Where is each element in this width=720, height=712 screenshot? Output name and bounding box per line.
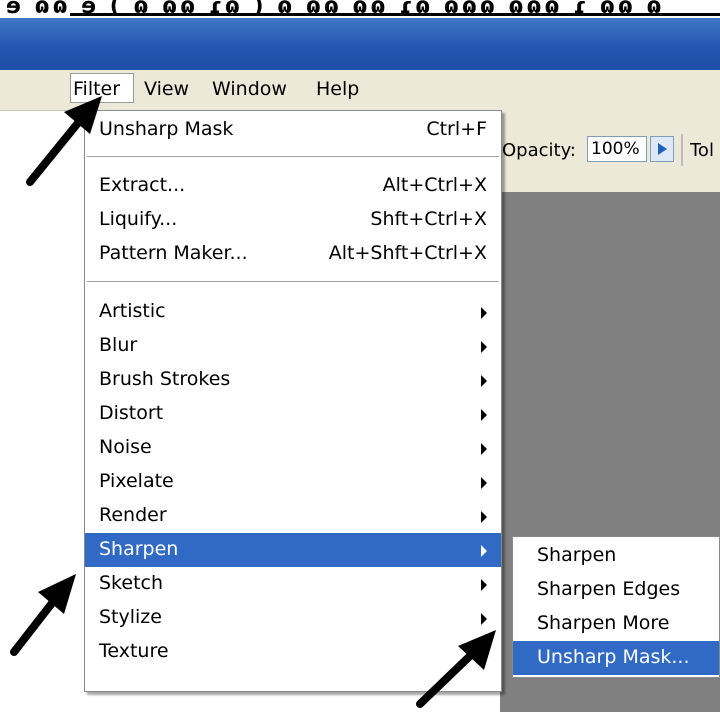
menu-item-distort[interactable]: Distort: [85, 397, 501, 431]
menu-item-label: Pixelate: [99, 470, 174, 492]
menu-item-label: Distort: [99, 402, 164, 424]
menu-window[interactable]: Window: [212, 78, 287, 100]
pointer-arrow-icon: [26, 96, 102, 186]
submenu-item-label: Unsharp Mask...: [537, 646, 690, 668]
submenu-arrow-icon: [481, 307, 487, 319]
tolerance-label: Tol: [690, 140, 714, 161]
opacity-value: 100%: [591, 139, 640, 159]
submenu-item-unsharp-mask[interactable]: Unsharp Mask...: [513, 641, 719, 675]
menu-item-label: Sharpen: [99, 538, 179, 560]
top-strip-underline: [70, 13, 720, 16]
menu-item-label: Blur: [99, 334, 138, 356]
submenu-arrow-icon: [481, 341, 487, 353]
menu-item-label: Sketch: [99, 572, 164, 594]
window-title-bar: [0, 18, 720, 70]
menu-item-label: Render: [99, 504, 167, 526]
menu-item-label: Noise: [99, 436, 152, 458]
menu-item-label: Liquify...: [99, 208, 178, 230]
menu-item-shortcut: Alt+Shft+Ctrl+X: [328, 242, 487, 264]
menu-item-sketch[interactable]: Sketch: [85, 567, 501, 601]
menu-help[interactable]: Help: [316, 78, 359, 100]
submenu-item-label: Sharpen More: [537, 612, 670, 634]
menu-item-extract[interactable]: Extract... Alt+Ctrl+X: [85, 169, 501, 203]
pointer-arrow-icon: [10, 574, 76, 656]
submenu-arrow-icon: [481, 375, 487, 387]
menu-item-shortcut: Shft+Ctrl+X: [370, 208, 487, 230]
menu-item-label: Brush Strokes: [99, 368, 231, 390]
menu-item-pattern-maker[interactable]: Pattern Maker... Alt+Shft+Ctrl+X: [85, 237, 501, 271]
menu-item-blur[interactable]: Blur: [85, 329, 501, 363]
submenu-item-sharpen-edges[interactable]: Sharpen Edges: [513, 573, 719, 607]
top-text-strip: ɘ ɷɷ ɘ ( ɷ ɷɷ ɾɷ ) ɷ ɷɷ ɷɷ ɾɷ ɷɷɷ ɷɷɷ ɾ …: [0, 0, 720, 18]
submenu-item-sharpen[interactable]: Sharpen: [513, 539, 719, 573]
menu-item-liquify[interactable]: Liquify... Shft+Ctrl+X: [85, 203, 501, 237]
menu-separator: [87, 156, 499, 157]
sharpen-submenu: Sharpen Sharpen Edges Sharpen More Unsha…: [512, 536, 720, 678]
pointer-arrow-icon: [416, 630, 496, 708]
submenu-item-label: Sharpen Edges: [537, 578, 681, 600]
submenu-item-label: Sharpen: [537, 544, 617, 566]
menu-item-shortcut: Ctrl+F: [426, 118, 487, 140]
menu-item-pixelate[interactable]: Pixelate: [85, 465, 501, 499]
menu-item-label: Stylize: [99, 606, 162, 628]
toolbar-separator: [681, 134, 683, 166]
menu-item-last-filter[interactable]: Unsharp Mask Ctrl+F: [85, 113, 501, 147]
menu-item-label: Pattern Maker...: [99, 242, 248, 264]
submenu-item-sharpen-more[interactable]: Sharpen More: [513, 607, 719, 641]
menu-item-label: Texture: [99, 640, 169, 662]
submenu-arrow-icon: [481, 579, 487, 591]
submenu-arrow-icon: [481, 511, 487, 523]
menu-item-noise[interactable]: Noise: [85, 431, 501, 465]
submenu-arrow-icon: [481, 443, 487, 455]
play-arrow-icon: [658, 143, 667, 155]
menu-item-artistic[interactable]: Artistic: [85, 295, 501, 329]
submenu-arrow-icon: [481, 409, 487, 421]
opacity-label: Opacity:: [502, 140, 576, 161]
opacity-slider-button[interactable]: [650, 136, 674, 162]
menu-item-sharpen[interactable]: Sharpen: [85, 533, 501, 567]
submenu-arrow-icon: [481, 477, 487, 489]
menu-item-render[interactable]: Render: [85, 499, 501, 533]
opacity-field[interactable]: 100%: [587, 136, 647, 162]
menu-separator: [87, 281, 499, 282]
menu-item-label: Artistic: [99, 300, 166, 322]
filter-menu: Unsharp Mask Ctrl+F Extract... Alt+Ctrl+…: [84, 110, 502, 692]
submenu-arrow-icon: [481, 545, 487, 557]
menu-view[interactable]: View: [144, 78, 189, 100]
menu-item-brush-strokes[interactable]: Brush Strokes: [85, 363, 501, 397]
menu-item-shortcut: Alt+Ctrl+X: [382, 174, 487, 196]
